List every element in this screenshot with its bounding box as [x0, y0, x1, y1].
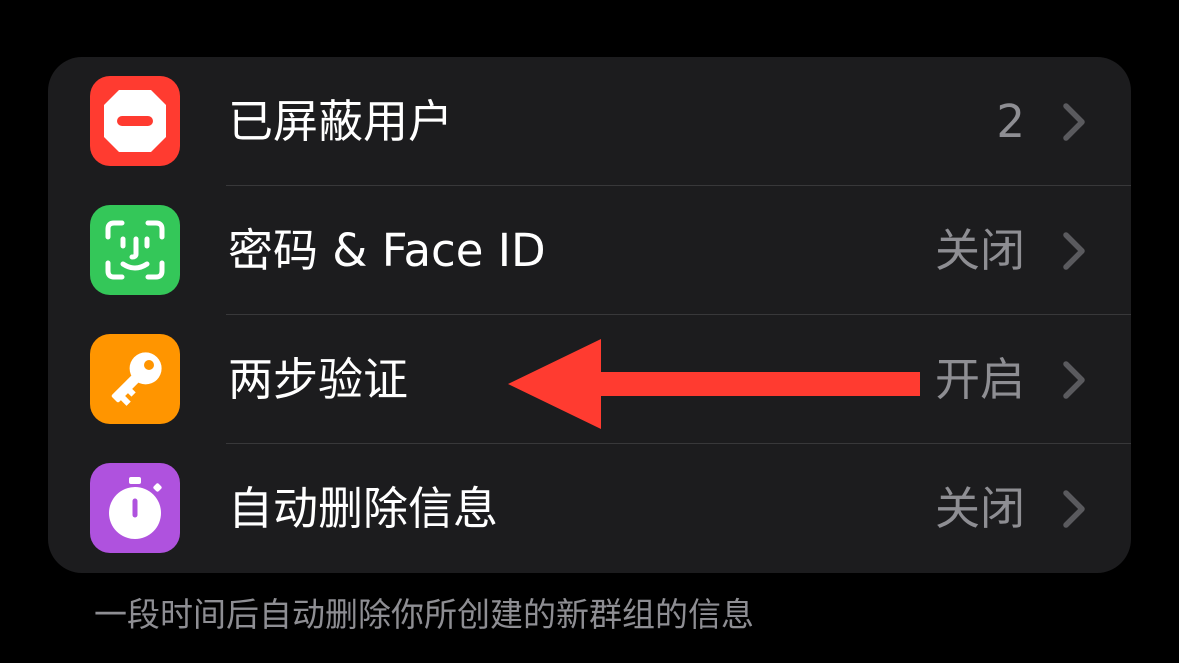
passcode-face-id-status: 关闭	[934, 224, 1025, 277]
auto-delete-messages-status: 关闭	[934, 482, 1025, 535]
blocked-users-row[interactable]: 已屏蔽用户 2	[48, 57, 1131, 186]
chevron-right-icon	[1063, 103, 1085, 141]
auto-delete-messages-row[interactable]: 自动删除信息 关闭	[48, 444, 1131, 573]
passcode-face-id-label: 密码 & Face ID	[228, 224, 546, 277]
face-id-icon	[90, 205, 180, 295]
settings-group: 已屏蔽用户 2 密码 & Face ID 关闭 两步验证 开启 自动删除信息 关…	[48, 57, 1131, 573]
auto-delete-footer-note: 一段时间后自动删除你所创建的新群组的信息	[94, 595, 754, 634]
key-icon	[90, 334, 180, 424]
annotation-arrow-icon	[508, 339, 920, 429]
chevron-right-icon	[1063, 361, 1085, 399]
passcode-face-id-row[interactable]: 密码 & Face ID 关闭	[48, 186, 1131, 315]
blocked-users-count: 2	[996, 95, 1025, 148]
blocked-icon	[90, 76, 180, 166]
auto-delete-messages-label: 自动删除信息	[228, 482, 499, 535]
chevron-right-icon	[1063, 490, 1085, 528]
blocked-users-label: 已屏蔽用户	[228, 95, 454, 148]
privacy-settings-screen: 已屏蔽用户 2 密码 & Face ID 关闭 两步验证 开启 自动删除信息 关…	[0, 0, 1179, 663]
chevron-right-icon	[1063, 232, 1085, 270]
two-step-verification-label: 两步验证	[228, 353, 409, 406]
two-step-verification-status: 开启	[934, 353, 1025, 406]
timer-icon	[90, 463, 180, 553]
